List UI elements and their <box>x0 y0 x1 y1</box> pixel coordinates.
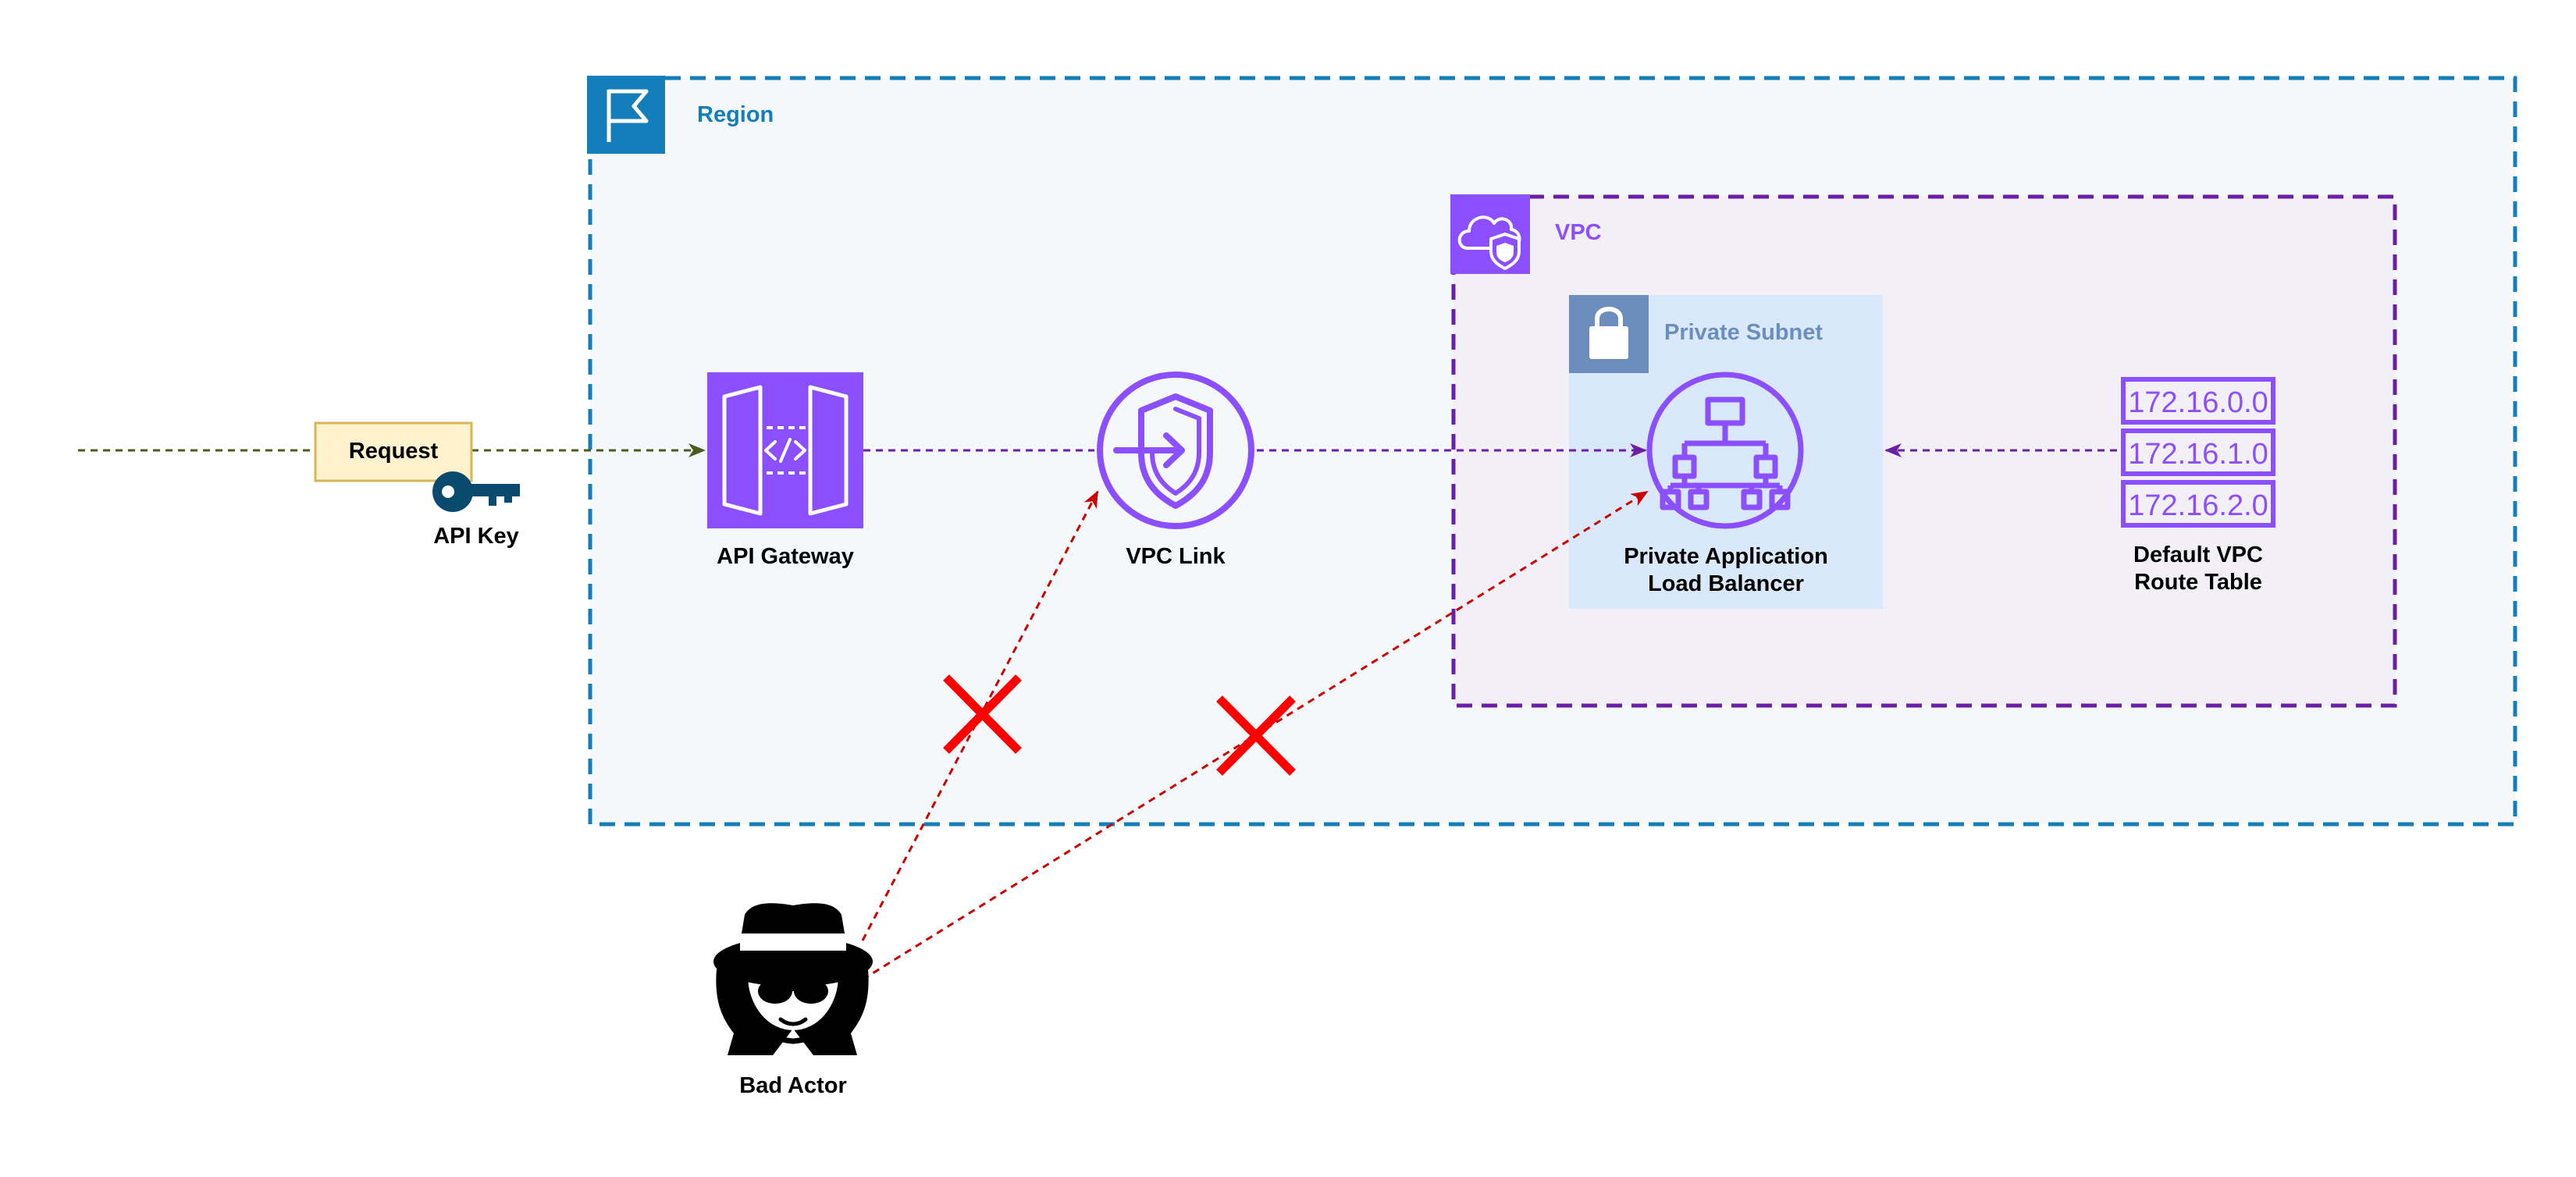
vpc-link-label: VPC Link <box>1126 544 1226 569</box>
vpc-label: VPC <box>1555 220 1602 245</box>
api-gateway-icon <box>707 372 863 528</box>
request-label: Request <box>348 439 439 464</box>
key-icon <box>432 471 520 512</box>
subnet-label: Private Subnet <box>1664 320 1823 345</box>
route-entry: 172.16.0.0 <box>2128 386 2268 419</box>
region-label: Region <box>697 102 774 127</box>
api-key-label: API Key <box>433 524 519 549</box>
route-entry: 172.16.1.0 <box>2128 438 2268 471</box>
region-flag-badge <box>587 76 665 154</box>
spy-icon <box>713 903 873 1055</box>
route-entry: 172.16.2.0 <box>2128 489 2268 522</box>
api-gateway-label: API Gateway <box>717 544 854 569</box>
route-table-icon: 172.16.0.0 172.16.1.0 172.16.2.0 <box>2121 377 2275 528</box>
alb-label: Private Application Load Balancer <box>1624 544 1828 596</box>
route-table-label: Default VPC Route Table <box>2133 542 2263 595</box>
bad-actor-label: Bad Actor <box>739 1073 847 1098</box>
architecture-diagram: 172.16.0.0 172.16.1.0 172.16.2.0 Region … <box>0 0 2576 1173</box>
